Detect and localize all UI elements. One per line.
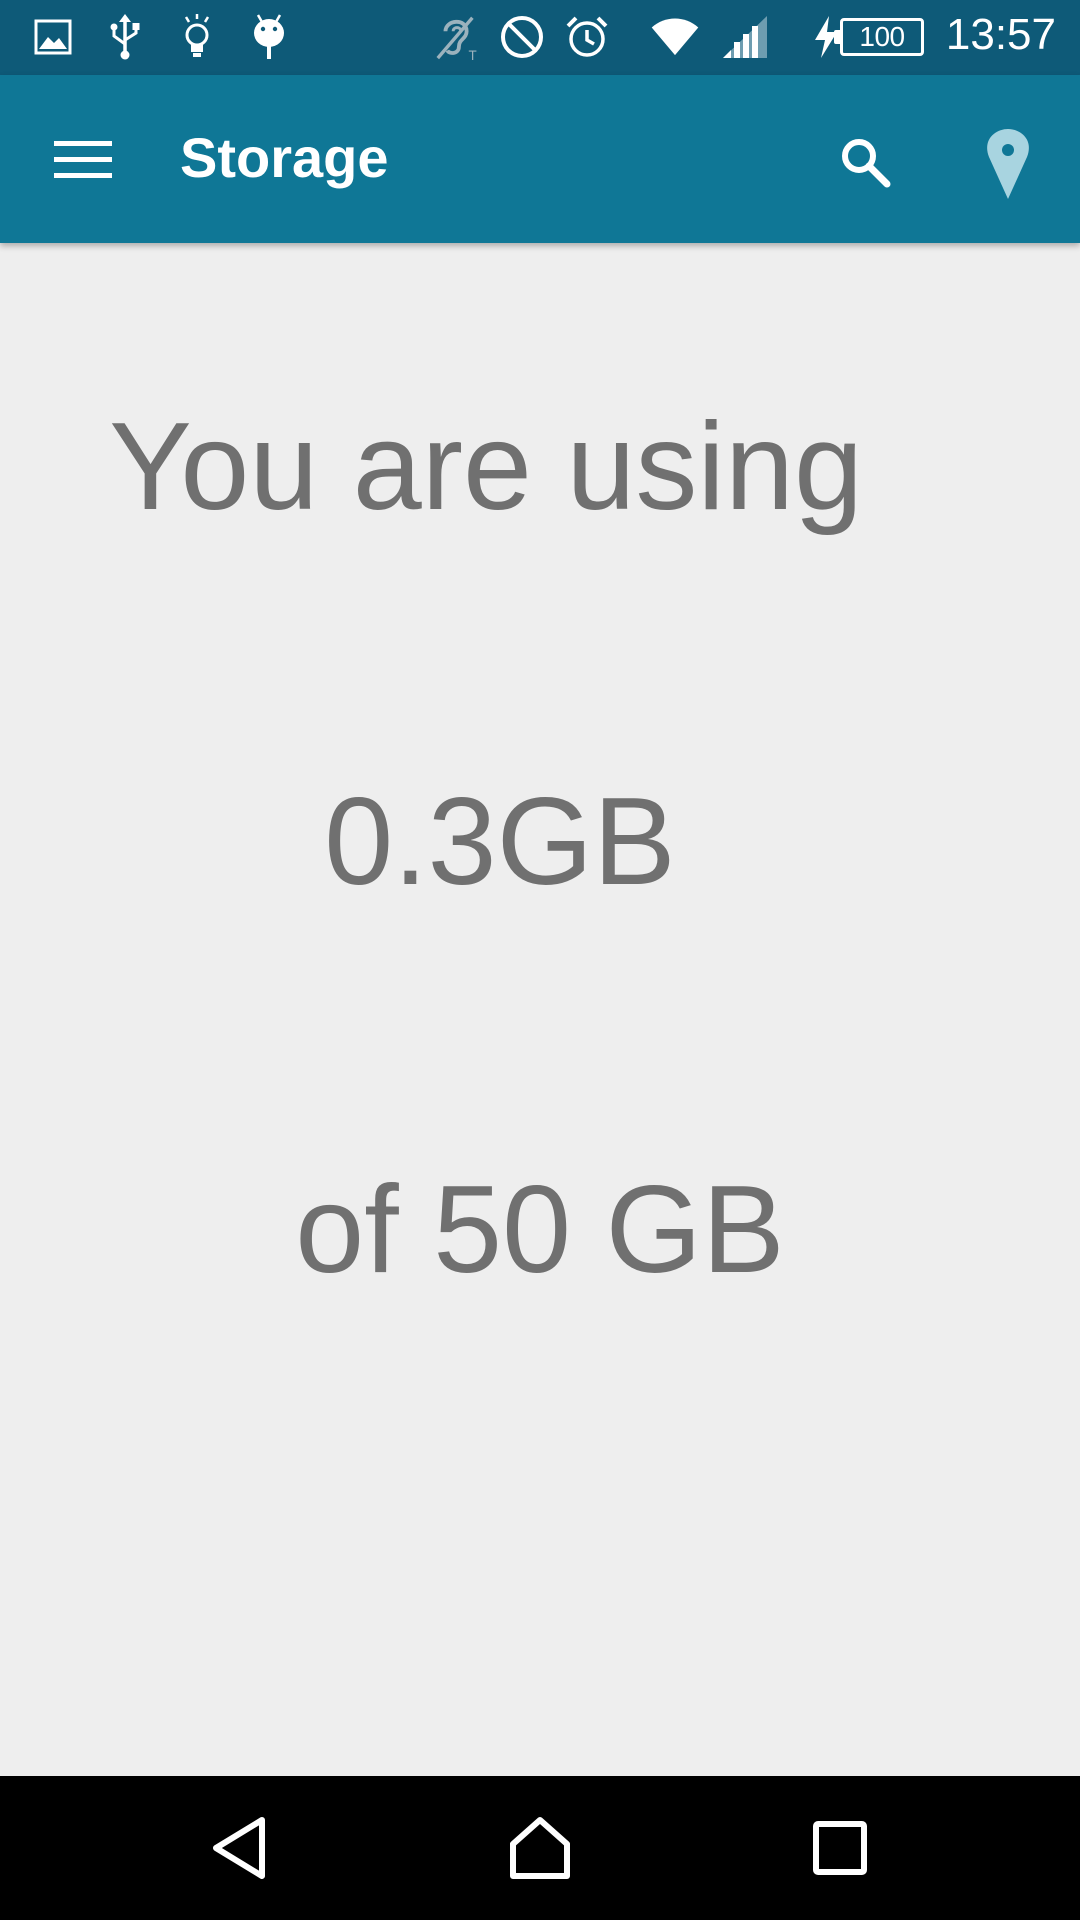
wifi-icon [650,12,700,62]
total-storage-text: of 50 GB [295,1161,785,1299]
do-not-disturb-icon [497,12,547,62]
search-icon[interactable] [820,117,910,207]
android-icon [244,12,294,62]
hearing-aid-icon: T [432,12,482,63]
battery-level: 100 [859,21,905,52]
image-icon [28,12,78,62]
status-bar: T 100 13:57 [0,0,1080,75]
navigation-bar [0,1776,1080,1920]
lightbulb-icon [172,12,222,62]
location-pin-icon[interactable] [970,115,1046,215]
menu-icon[interactable] [40,117,126,203]
home-icon[interactable] [490,1798,590,1898]
cellular-signal-icon [720,12,770,62]
app-toolbar: Storage [0,75,1080,243]
usage-intro-text: You are using [109,398,863,536]
used-storage-value: 0.3GB [324,773,676,911]
recents-icon[interactable] [790,1798,890,1898]
svg-text:T: T [469,48,477,63]
status-time: 13:57 [945,10,1056,59]
page-title: Storage [180,126,389,189]
battery-indicator: 100 [834,18,924,56]
alarm-icon [562,12,612,62]
back-icon[interactable] [190,1798,290,1898]
usb-icon [100,12,150,62]
screen: T 100 13:57 Storage You are using 0.3GB … [0,0,1080,1920]
